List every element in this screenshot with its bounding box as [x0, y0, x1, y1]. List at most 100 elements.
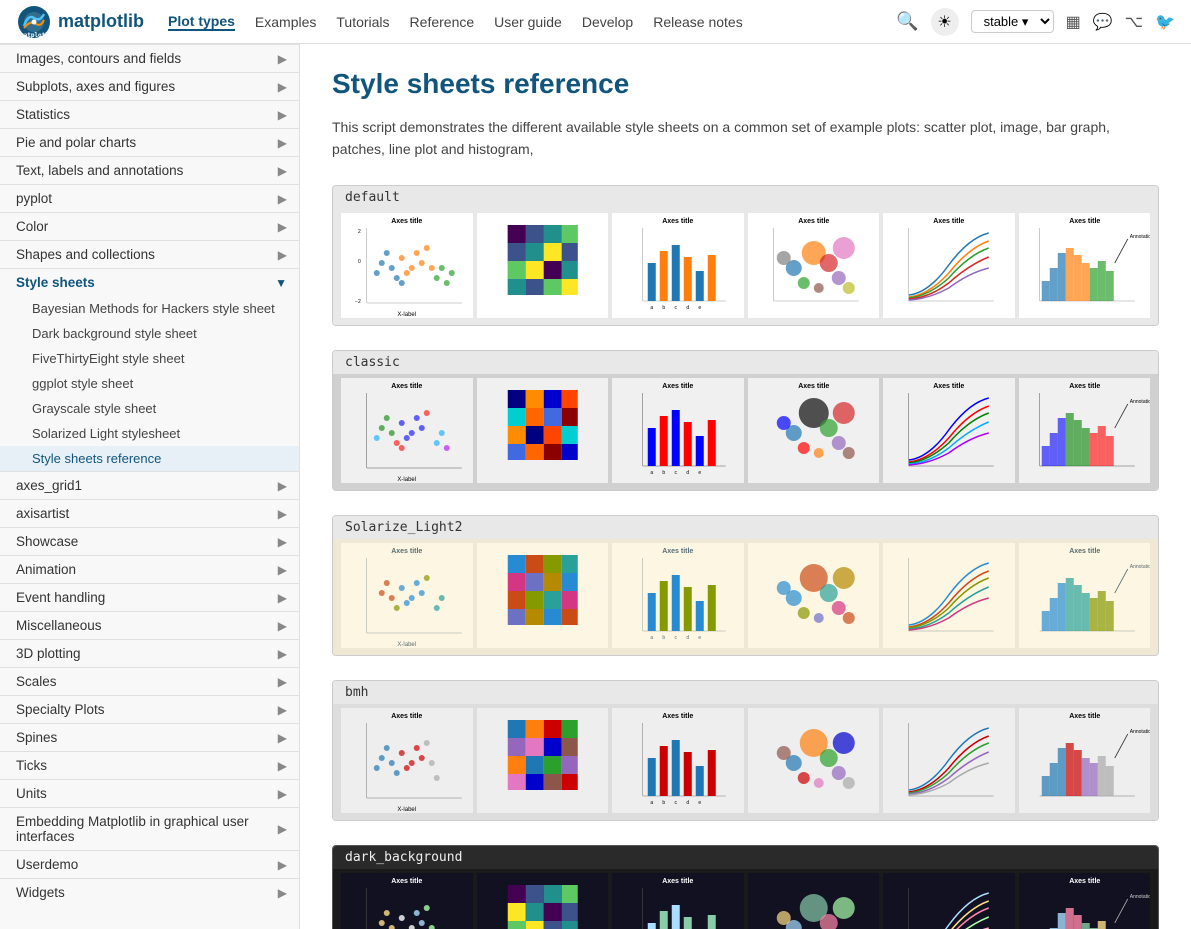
svg-text:Annotation: Annotation: [1129, 729, 1150, 735]
sidebar-item-widgets[interactable]: Widgets ▶: [0, 879, 299, 906]
sidebar-section-scales: Scales ▶: [0, 667, 299, 695]
sidebar-section-3d: 3D plotting ▶: [0, 639, 299, 667]
layout: Images, contours and fields ▶ Subplots, …: [0, 44, 1191, 929]
bar-plot-classic: Axes title a b c d: [612, 378, 744, 486]
style-section-header-classic: classic: [333, 351, 1158, 374]
sidebar-item-text[interactable]: Text, labels and annotations ▶: [0, 157, 299, 184]
chevron-icon: ▶: [278, 52, 287, 66]
svg-text:Axes title: Axes title: [391, 383, 422, 390]
histogram-svg-solarize: Axes title Annotation: [1019, 543, 1151, 648]
plots-row-classic: Axes title X-label: [341, 378, 1150, 486]
svg-text:c: c: [675, 800, 678, 806]
sidebar-item-shapes[interactable]: Shapes and collections ▶: [0, 241, 299, 268]
logo-link[interactable]: matplotlib matplotlib: [16, 4, 144, 40]
sidebar-section-spines: Spines ▶: [0, 723, 299, 751]
svg-text:Annotation: Annotation: [1129, 399, 1150, 405]
sidebar-item-statistics[interactable]: Statistics ▶: [0, 101, 299, 128]
nav-plot-types[interactable]: Plot types: [168, 13, 235, 31]
sidebar-item-stylesheets[interactable]: Style sheets ▼: [0, 269, 299, 296]
sidebar-item-spines[interactable]: Spines ▶: [0, 724, 299, 751]
plots-row-default: Axes title X-label: [341, 213, 1150, 321]
histogram-svg-classic: Axes title Annotation: [1019, 378, 1151, 483]
svg-text:Axes title: Axes title: [1069, 713, 1100, 720]
sidebar-item-pyplot[interactable]: pyplot ▶: [0, 185, 299, 212]
sidebar-item-units[interactable]: Units ▶: [0, 780, 299, 807]
svg-text:Annotation: Annotation: [1129, 234, 1150, 240]
bubble-svg-dark: [748, 873, 880, 929]
nav-release-notes[interactable]: Release notes: [653, 14, 743, 30]
sidebar-item-userdemo[interactable]: Userdemo ▶: [0, 851, 299, 878]
nav-user-guide[interactable]: User guide: [494, 14, 562, 30]
nav-examples[interactable]: Examples: [255, 14, 316, 30]
sidebar-item-scales[interactable]: Scales ▶: [0, 668, 299, 695]
sidebar-subitem-dark-bg[interactable]: Dark background style sheet: [0, 321, 299, 346]
style-section-default: default Axes title X-label: [332, 185, 1159, 326]
page-description: This script demonstrates the different a…: [332, 116, 1159, 161]
svg-text:Axes title: Axes title: [1069, 218, 1100, 225]
sidebar-subitem-bayesian[interactable]: Bayesian Methods for Hackers style sheet: [0, 296, 299, 321]
bubble-plot-classic: Axes title: [748, 378, 880, 486]
sidebar-item-subplots[interactable]: Subplots, axes and figures ▶: [0, 73, 299, 100]
heatmap-svg-classic: [477, 378, 609, 483]
sidebar-item-events[interactable]: Event handling ▶: [0, 584, 299, 611]
svg-text:Annotation: Annotation: [1129, 564, 1150, 570]
svg-text:Axes title: Axes title: [391, 878, 422, 885]
sidebar-section-shapes: Shapes and collections ▶: [0, 240, 299, 268]
chevron-icon: ▶: [278, 731, 287, 745]
nav-reference[interactable]: Reference: [410, 14, 475, 30]
svg-text:b: b: [662, 635, 665, 641]
nav-tutorials[interactable]: Tutorials: [336, 14, 389, 30]
chat-icon-button[interactable]: 💬: [1093, 12, 1113, 32]
svg-text:X-label: X-label: [397, 642, 416, 648]
svg-text:Axes title: Axes title: [933, 383, 964, 390]
github-icon-button[interactable]: ⌥: [1125, 12, 1143, 32]
svg-text:Axes title: Axes title: [1069, 548, 1100, 555]
sidebar-item-3d[interactable]: 3D plotting ▶: [0, 640, 299, 667]
sidebar-item-pie[interactable]: Pie and polar charts ▶: [0, 129, 299, 156]
heatmap-plot-dark: [477, 873, 609, 929]
sidebar-subitem-ggplot[interactable]: ggplot style sheet: [0, 371, 299, 396]
line-plot-bmh: [883, 708, 1015, 816]
sidebar-subitem-fivethirtyeight[interactable]: FiveThirtyEight style sheet: [0, 346, 299, 371]
sidebar-item-axisartist[interactable]: axisartist ▶: [0, 500, 299, 527]
logo-text: matplotlib: [58, 11, 144, 32]
sidebar-section-color: Color ▶: [0, 212, 299, 240]
scatter-plot-solarize: Axes title X-label: [341, 543, 473, 651]
theme-toggle-button[interactable]: ☀: [931, 8, 959, 36]
chevron-icon: ▶: [278, 220, 287, 234]
twitter-icon-button[interactable]: 🐦: [1155, 12, 1175, 32]
sidebar-item-ticks[interactable]: Ticks ▶: [0, 752, 299, 779]
svg-text:d: d: [686, 305, 689, 311]
sidebar-item-animation[interactable]: Animation ▶: [0, 556, 299, 583]
heatmap-svg-default: [477, 213, 609, 318]
bar-svg-dark: Axes title a b c d: [612, 873, 744, 929]
svg-text:2: 2: [358, 229, 361, 235]
bars-icon-button[interactable]: ▦: [1066, 12, 1081, 32]
bubble-svg-solarize: [748, 543, 880, 648]
chevron-icon: ▶: [278, 619, 287, 633]
search-button[interactable]: 🔍: [896, 11, 918, 32]
svg-text:Axes title: Axes title: [933, 218, 964, 225]
sidebar-section-axes-grid1: axes_grid1 ▶: [0, 471, 299, 499]
sidebar-item-embedding[interactable]: Embedding Matplotlib in graphical user i…: [0, 808, 299, 850]
version-select[interactable]: stable ▾: [971, 10, 1054, 33]
svg-text:d: d: [686, 470, 689, 476]
navbar: matplotlib matplotlib Plot types Example…: [0, 0, 1191, 44]
sidebar-item-misc[interactable]: Miscellaneous ▶: [0, 612, 299, 639]
svg-text:−2: −2: [355, 299, 361, 305]
line-svg-bmh: [883, 708, 1015, 813]
style-section-bmh: bmh Axes title X-label: [332, 680, 1159, 821]
sidebar-item-specialty[interactable]: Specialty Plots ▶: [0, 696, 299, 723]
plots-row-solarize: Axes title X-label: [341, 543, 1150, 651]
sidebar-item-color[interactable]: Color ▶: [0, 213, 299, 240]
sidebar-subitem-stylesheets-ref[interactable]: Style sheets reference: [0, 446, 299, 471]
sidebar-subitem-solarized[interactable]: Solarized Light stylesheet: [0, 421, 299, 446]
sidebar-item-showcase[interactable]: Showcase ▶: [0, 528, 299, 555]
svg-text:b: b: [662, 470, 665, 476]
bar-plot-dark: Axes title a b c d: [612, 873, 744, 929]
sidebar-item-images[interactable]: Images, contours and fields ▶: [0, 45, 299, 72]
sidebar-item-axes-grid1[interactable]: axes_grid1 ▶: [0, 472, 299, 499]
sidebar-section-events: Event handling ▶: [0, 583, 299, 611]
nav-develop[interactable]: Develop: [582, 14, 633, 30]
sidebar-subitem-grayscale[interactable]: Grayscale style sheet: [0, 396, 299, 421]
